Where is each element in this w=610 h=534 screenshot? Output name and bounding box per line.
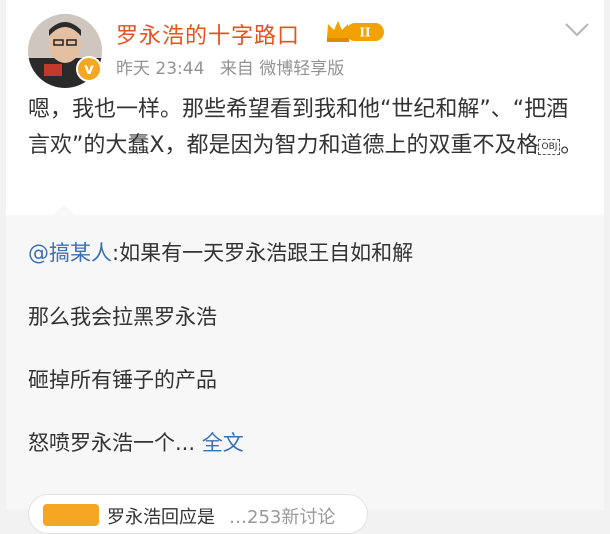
repost-line-3: 砸掉所有锤子的产品 bbox=[28, 368, 217, 392]
post-source[interactable]: 来自 微博轻享版 bbox=[220, 59, 344, 79]
badge-level: II bbox=[359, 26, 371, 40]
obj-placeholder-icon: OBJ bbox=[538, 139, 561, 155]
topic-text: 罗永浩回应是 …253新讨论 bbox=[107, 503, 335, 529]
member-crown-badge-icon[interactable]: II bbox=[324, 18, 386, 44]
post-time: 昨天 23:44 bbox=[116, 59, 205, 79]
verified-v-icon: v bbox=[76, 56, 102, 82]
post-text: 嗯，我也一样。那些希望看到我和他“世纪和解”、“把酒言欢”的大蠢X，都是因为智力… bbox=[28, 97, 569, 158]
topic-discussion-count: …253新讨论 bbox=[229, 507, 336, 528]
username[interactable]: 罗永浩的十字路口 bbox=[116, 18, 300, 50]
post-body: 嗯，我也一样。那些希望看到我和他“世纪和解”、“把酒言欢”的大蠢X，都是因为智力… bbox=[28, 92, 588, 164]
repost-line-4: 怒喷罗永浩一个... 全文 bbox=[28, 427, 244, 457]
weibo-post-card: v 罗永浩的十字路口 II 昨天 23:44 来自 微博轻享版 嗯，我也一样。那… bbox=[6, 0, 604, 534]
mention-link[interactable]: @搞某人 bbox=[28, 241, 112, 265]
post-meta: 昨天 23:44 来自 微博轻享版 bbox=[116, 54, 354, 79]
post-text-end: 。 bbox=[560, 133, 583, 158]
full-text-link[interactable]: 全文 bbox=[202, 431, 244, 455]
repost-text-4: 怒喷罗永浩一个... bbox=[28, 431, 196, 455]
topic-label: 罗永浩回应是 bbox=[107, 507, 215, 528]
topic-chip[interactable]: 罗永浩回应是 …253新讨论 bbox=[28, 494, 368, 534]
repost-text-1: :如果有一天罗永浩跟王自如和解 bbox=[112, 241, 414, 265]
post-header: v 罗永浩的十字路口 II 昨天 23:44 来自 微博轻享版 bbox=[6, 0, 604, 90]
repost-line-1: @搞某人:如果有一天罗永浩跟王自如和解 bbox=[28, 237, 413, 267]
repost-line-2: 那么我会拉黑罗永浩 bbox=[28, 305, 217, 329]
chevron-down-icon[interactable] bbox=[564, 20, 590, 38]
topic-tag-icon bbox=[43, 504, 99, 526]
